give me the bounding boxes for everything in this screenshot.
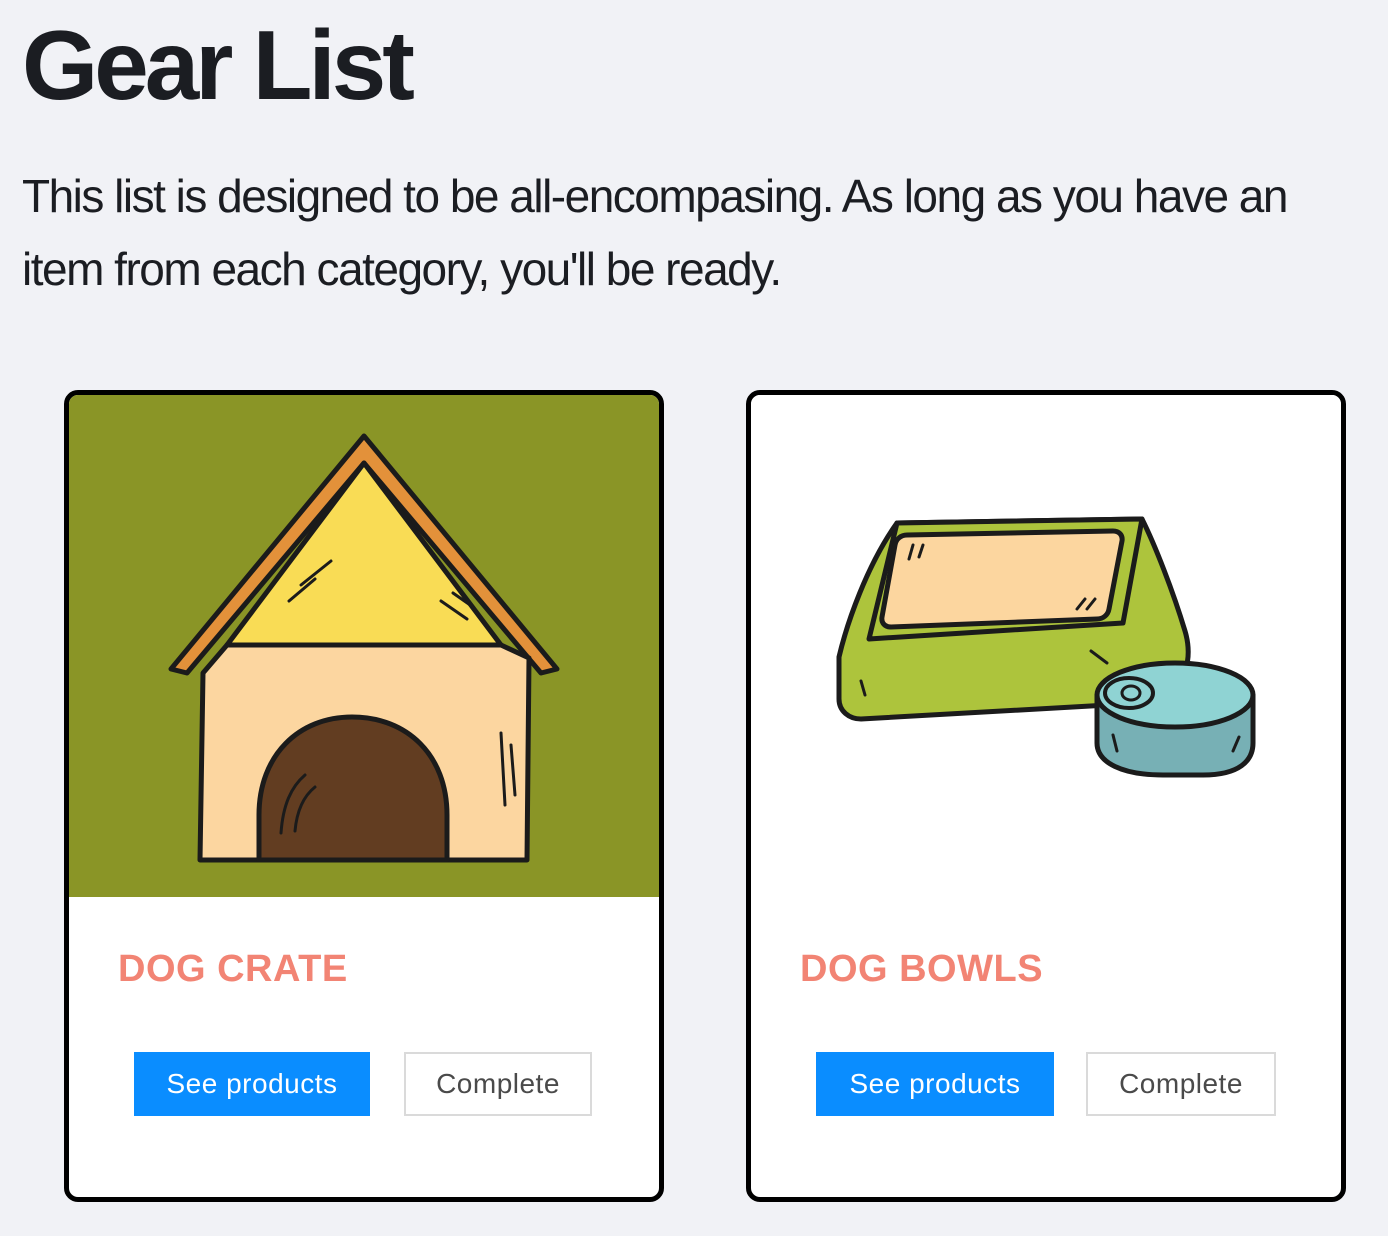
dog-bowl-image [751,395,1341,897]
see-products-button[interactable]: See products [816,1052,1054,1116]
card-dog-bowls: DOG BOWLS See products Complete [746,390,1346,1202]
intro-text: This list is designed to be all-encompas… [22,170,1288,295]
card-title: DOG CRATE [118,948,348,990]
card-title: DOG BOWLS [800,948,1044,990]
card-dog-crate: DOG CRATE See products Complete [64,390,664,1202]
complete-button[interactable]: Complete [1086,1052,1276,1116]
doghouse-image [69,395,659,897]
see-products-button[interactable]: See products [134,1052,370,1116]
complete-button[interactable]: Complete [404,1052,592,1116]
page-title: Gear List [22,10,415,120]
